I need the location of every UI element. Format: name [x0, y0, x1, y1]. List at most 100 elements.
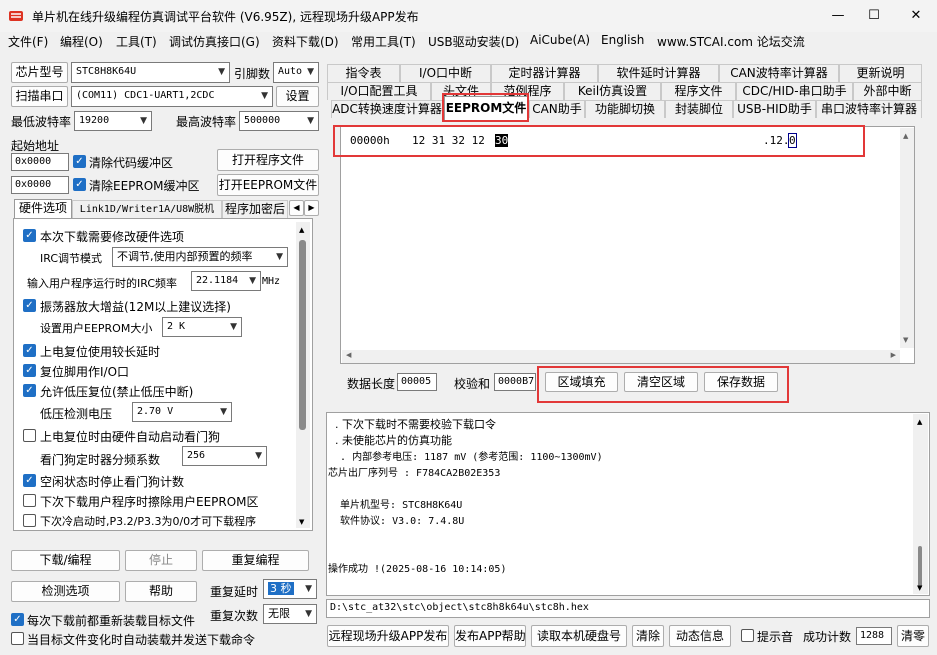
- maximize-icon[interactable]: ☐: [856, 4, 892, 28]
- erase-eeprom-checkbox[interactable]: [23, 494, 36, 507]
- repeat-count-select[interactable]: 无限 ▼: [263, 604, 317, 624]
- lvd-voltage-label: 低压检测电压: [40, 407, 113, 421]
- beep-checkbox[interactable]: [741, 629, 754, 642]
- options-scrollbar[interactable]: ▲ ▼: [296, 222, 310, 528]
- tab-scroll-right-icon[interactable]: ▶: [304, 200, 319, 216]
- chevron-down-icon: ▼: [305, 584, 312, 594]
- tab-package-pins[interactable]: 封装脚位: [665, 100, 733, 118]
- read-disk-button[interactable]: 读取本机硬盘号: [531, 625, 627, 647]
- repeat-count-label: 重复次数: [210, 609, 259, 623]
- menu-tools[interactable]: 工具(T): [116, 33, 157, 50]
- minimize-icon[interactable]: —: [820, 4, 856, 28]
- tab-io-interrupt[interactable]: I/O口中断: [400, 64, 491, 82]
- scan-port-button[interactable]: 扫描串口: [11, 86, 68, 107]
- cold-start-checkbox[interactable]: [23, 514, 36, 527]
- reload-checkbox[interactable]: ✓: [11, 613, 24, 626]
- irc-freq-select[interactable]: 22.1184 ▼: [191, 271, 261, 291]
- menu-aicube[interactable]: AiCube(A): [530, 33, 590, 47]
- wdt-prescale-select[interactable]: 256 ▼: [182, 446, 267, 466]
- cold-start-label: 下次冷启动时,P3.2/P3.3为0/0才可下载程序: [40, 515, 257, 528]
- wdt-start-label: 上电复位时由硬件自动启动看门狗: [40, 430, 221, 444]
- close-icon[interactable]: ✕: [898, 4, 934, 28]
- max-baud-select[interactable]: 500000 ▼: [239, 111, 319, 131]
- auto-send-checkbox[interactable]: [11, 632, 24, 645]
- tab-scroll-left-icon[interactable]: ◀: [289, 200, 304, 216]
- pin-count-select[interactable]: Auto ▼: [273, 62, 319, 83]
- stop-button[interactable]: 停止: [125, 550, 197, 571]
- tab-ext-interrupt[interactable]: 外部中断: [853, 82, 922, 100]
- clear-eeprom-checkbox[interactable]: ✓: [73, 178, 86, 191]
- tab-adc-speed-calc[interactable]: ADC转换速度计算器: [331, 100, 443, 118]
- menu-file[interactable]: 文件(F): [8, 33, 48, 50]
- chip-model-select[interactable]: STC8H8K64U ▼: [71, 62, 230, 83]
- min-baud-select[interactable]: 19200 ▼: [74, 111, 152, 131]
- tab-can-baud-calc[interactable]: CAN波特率计算器: [719, 64, 839, 82]
- eeprom-size-label: 设置用户EEPROM大小: [40, 322, 153, 335]
- tab-uart-baud-calc[interactable]: 串口波特率计算器: [816, 100, 922, 118]
- publish-help-button[interactable]: 发布APP帮助: [454, 625, 526, 647]
- code-address-input[interactable]: 0x0000: [11, 153, 69, 171]
- menu-debug[interactable]: 调试仿真接口(G): [169, 33, 260, 50]
- eeprom-size-select[interactable]: 2 K ▼: [162, 317, 242, 337]
- help-button[interactable]: 帮助: [125, 581, 197, 602]
- osc-gain-checkbox[interactable]: ✓: [23, 299, 36, 312]
- tab-delay-calc[interactable]: 软件延时计算器: [598, 64, 719, 82]
- chevron-down-icon: ▼: [230, 322, 237, 332]
- success-count-label: 成功计数: [803, 630, 852, 644]
- tab-can-helper[interactable]: CAN助手: [529, 100, 585, 118]
- tab-changelog[interactable]: 更新说明: [839, 64, 922, 82]
- repeat-delay-select[interactable]: 3 秒 ▼: [263, 579, 317, 599]
- tab-program-encrypt[interactable]: 程序加密后: [222, 200, 288, 218]
- publish-app-button[interactable]: 远程现场升级APP发布: [327, 625, 449, 647]
- tab-pin-switch[interactable]: 功能脚切换: [585, 100, 665, 118]
- reprogram-button[interactable]: 重复编程: [202, 550, 309, 571]
- chevron-down-icon: ▼: [218, 67, 225, 77]
- log-line: 操作成功 !(2025-08-16 10:14:05): [328, 564, 507, 575]
- tab-io-config[interactable]: I/O口配置工具: [327, 82, 431, 100]
- power-reset-delay-checkbox[interactable]: ✓: [23, 344, 36, 357]
- hex-hscrollbar[interactable]: ◀ ▶: [342, 350, 900, 363]
- chevron-down-icon: ▼: [249, 276, 256, 286]
- open-eeprom-button[interactable]: 打开EEPROM文件: [217, 174, 319, 196]
- open-program-button[interactable]: 打开程序文件: [217, 149, 319, 171]
- modify-hw-checkbox[interactable]: ✓: [23, 229, 36, 242]
- log-scrollbar[interactable]: ▲ ▼: [913, 414, 928, 594]
- tab-link1d[interactable]: Link1D/Writer1A/U8W脱机: [72, 200, 222, 218]
- dynamic-info-button[interactable]: 动态信息: [669, 625, 731, 647]
- menu-english[interactable]: English: [601, 33, 644, 47]
- tab-hardware-options[interactable]: 硬件选项: [14, 199, 72, 219]
- tab-instruction-table[interactable]: 指令表: [327, 64, 400, 82]
- tab-cdc-hid-uart[interactable]: CDC/HID-串口助手: [736, 82, 853, 100]
- hex-vscrollbar[interactable]: ▲ ▼: [900, 128, 914, 348]
- tab-keil-settings[interactable]: Keil仿真设置: [564, 82, 661, 100]
- clear-count-button[interactable]: 清零: [897, 625, 929, 647]
- tab-program-file[interactable]: 程序文件: [661, 82, 736, 100]
- tab-usb-hid[interactable]: USB-HID助手: [733, 100, 816, 118]
- idle-stop-wdt-checkbox[interactable]: ✓: [23, 474, 36, 487]
- port-select[interactable]: (COM11) CDC1-UART1,2CDC ▼: [71, 86, 273, 107]
- erase-eeprom-label: 下次下载用户程序时擦除用户EEPROM区: [40, 495, 259, 509]
- highlight-eeprom-tab: [442, 93, 529, 122]
- irc-mode-select[interactable]: 不调节,使用内部预置的频率 ▼: [112, 247, 288, 267]
- wdt-prescale-label: 看门狗定时器分频系数: [40, 453, 161, 467]
- hex-editor[interactable]: [340, 126, 915, 364]
- settings-button[interactable]: 设置: [276, 86, 319, 107]
- clear-log-button[interactable]: 清除: [632, 625, 664, 647]
- menu-download[interactable]: 资料下载(D): [272, 33, 339, 50]
- download-button[interactable]: 下载/编程: [11, 550, 120, 571]
- highlight-action-buttons: [537, 366, 789, 403]
- detect-options-button[interactable]: 检测选项: [11, 581, 120, 602]
- menu-program[interactable]: 编程(O): [60, 33, 103, 50]
- tab-timer-calc[interactable]: 定时器计算器: [491, 64, 598, 82]
- start-address-label: 起始地址: [11, 139, 60, 153]
- menu-common-tools[interactable]: 常用工具(T): [351, 33, 416, 50]
- clear-code-checkbox[interactable]: ✓: [73, 155, 86, 168]
- lvd-voltage-select[interactable]: 2.70 V ▼: [132, 402, 232, 422]
- menu-forum[interactable]: www.STCAI.com 论坛交流: [657, 33, 805, 50]
- reset-pin-io-checkbox[interactable]: ✓: [23, 364, 36, 377]
- lvd-reset-checkbox[interactable]: ✓: [23, 384, 36, 397]
- highlight-hex-row: [333, 125, 865, 157]
- eeprom-address-input[interactable]: 0x0000: [11, 176, 69, 194]
- wdt-start-checkbox[interactable]: [23, 429, 36, 442]
- menu-usb-driver[interactable]: USB驱动安装(D): [428, 33, 519, 50]
